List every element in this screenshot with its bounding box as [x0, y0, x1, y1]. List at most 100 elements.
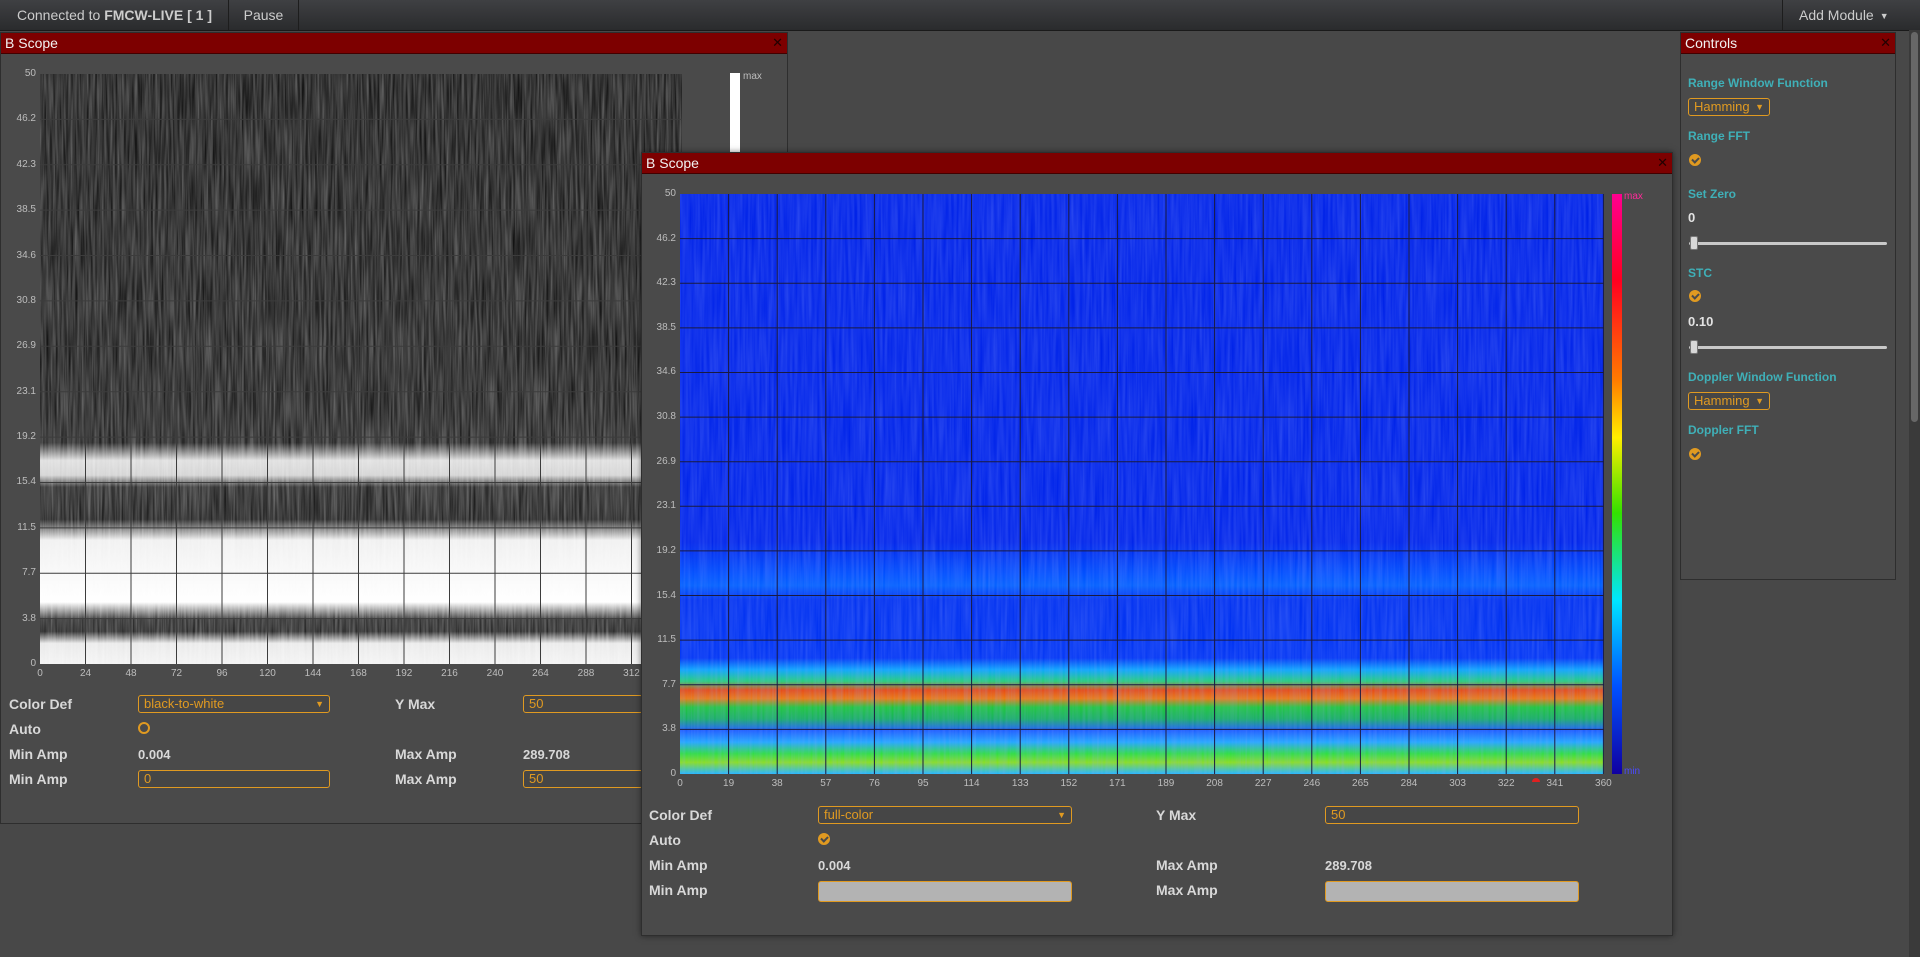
b-scope-1-colorbar-max: max — [743, 71, 762, 82]
min-amp-value: 0.004 — [138, 747, 171, 762]
y-tick-label: 50 — [24, 68, 36, 79]
y-tick-label: 46.2 — [16, 113, 36, 125]
max-amp-value: 289.708 — [523, 747, 570, 762]
max-amp-input[interactable] — [1325, 881, 1579, 902]
pause-button[interactable]: Pause — [229, 0, 298, 30]
x-tick-label: 38 — [771, 778, 783, 789]
connection-prefix: Connected to — [17, 7, 101, 23]
controls-title: Controls — [1685, 35, 1738, 51]
x-tick-label: 76 — [868, 778, 880, 789]
x-tick-label: 168 — [350, 668, 367, 679]
doppler-window-select[interactable]: Hamming ▼ — [1688, 392, 1770, 410]
color-def-value: black-to-white — [144, 696, 225, 711]
scrollbar-thumb[interactable] — [1911, 32, 1918, 422]
controls-titlebar[interactable]: Controls ✕ — [1681, 33, 1895, 54]
set-zero-value: 0 — [1688, 210, 1696, 225]
min-amp-input-label: Min Amp — [9, 771, 68, 787]
close-icon[interactable]: ✕ — [772, 33, 783, 53]
range-window-select[interactable]: Hamming ▼ — [1688, 98, 1770, 116]
close-icon[interactable]: ✕ — [1880, 33, 1891, 53]
y-tick-label: 42.3 — [656, 277, 676, 289]
x-tick-label: 341 — [1546, 778, 1564, 789]
set-zero-label: Set Zero — [1688, 187, 1737, 201]
min-amp-label: Min Amp — [649, 857, 708, 873]
b-scope-2-colorbar-min: min — [1624, 766, 1641, 777]
b-scope-2-colorbar — [1612, 194, 1622, 774]
doppler-window-value: Hamming — [1694, 393, 1750, 408]
caret-down-icon: ▼ — [1879, 11, 1889, 21]
max-amp-input[interactable]: 50 — [523, 770, 643, 788]
y-tick-label: 15.4 — [16, 476, 36, 488]
auto-label: Auto — [9, 721, 41, 737]
x-tick-label: 192 — [395, 668, 413, 679]
b-scope-2-image — [680, 194, 1604, 774]
color-def-label: Color Def — [9, 696, 72, 712]
x-tick-label: 264 — [532, 668, 549, 679]
y-tick-label: 26.9 — [16, 340, 36, 352]
x-tick-label: 120 — [259, 668, 276, 679]
y-tick-label: 7.7 — [662, 678, 676, 690]
x-tick-label: 48 — [125, 668, 137, 679]
color-def-select[interactable]: full-color ▼ — [818, 806, 1072, 824]
stc-slider[interactable] — [1689, 346, 1887, 349]
range-fft-label: Range FFT — [1688, 129, 1750, 143]
connection-status: Connected to FMCW-LIVE [ 1 ] — [0, 0, 228, 30]
x-tick-label: 288 — [577, 668, 595, 679]
auto-label: Auto — [649, 832, 681, 848]
y-max-input[interactable]: 50 — [523, 695, 643, 713]
chevron-down-icon: ▼ — [1755, 102, 1764, 112]
doppler-fft-label: Doppler FFT — [1688, 423, 1759, 437]
close-icon[interactable]: ✕ — [1657, 153, 1668, 173]
x-tick-label: 19 — [723, 778, 735, 789]
y-tick-label: 26.9 — [656, 455, 676, 467]
b-scope-2-noise — [680, 194, 1604, 774]
y-max-input[interactable]: 50 — [1325, 806, 1579, 824]
min-amp-input-label: Min Amp — [649, 882, 708, 898]
x-tick-label: 189 — [1157, 778, 1175, 789]
connection-name: FMCW-LIVE [ 1 ] — [104, 7, 213, 23]
stc-slider-handle[interactable] — [1690, 340, 1698, 354]
b-scope-2-colorbar-max: max — [1624, 191, 1643, 202]
x-tick-label: 96 — [216, 668, 228, 679]
stc-label: STC — [1688, 266, 1712, 280]
max-amp-value: 289.708 — [1325, 858, 1372, 873]
y-tick-label: 38.5 — [656, 321, 676, 333]
y-max-label: Y Max — [395, 696, 436, 712]
y-tick-label: 7.7 — [22, 567, 36, 579]
y-tick-label: 30.8 — [656, 411, 676, 423]
colorbar-gradient — [1612, 194, 1622, 774]
color-def-select[interactable]: black-to-white ▼ — [138, 695, 330, 713]
x-tick-label: 57 — [820, 778, 832, 789]
y-tick-label: 34.6 — [656, 366, 676, 378]
x-tick-label: 284 — [1400, 778, 1418, 789]
y-tick-label: 15.4 — [656, 589, 676, 601]
stc-checkbox[interactable] — [1689, 290, 1701, 302]
min-amp-value: 0.004 — [818, 858, 851, 873]
x-tick-label: 144 — [304, 668, 322, 679]
color-def-label: Color Def — [649, 807, 712, 823]
y-tick-label: 30.8 — [16, 294, 36, 306]
x-tick-label: 360 — [1595, 778, 1612, 789]
auto-checkbox[interactable] — [138, 722, 150, 734]
min-amp-input[interactable] — [818, 881, 1072, 902]
x-tick-label: 265 — [1352, 778, 1369, 789]
x-tick-label: 95 — [917, 778, 929, 789]
b-scope-2-titlebar[interactable]: B Scope ✕ — [642, 153, 1672, 174]
doppler-fft-checkbox[interactable] — [1689, 448, 1701, 460]
b-scope-1-image — [40, 74, 682, 664]
x-tick-label: 0 — [37, 668, 43, 679]
add-module-button[interactable]: Add Module ▼ — [1783, 0, 1909, 30]
x-tick-label: 208 — [1206, 778, 1223, 789]
auto-checkbox[interactable] — [818, 833, 830, 845]
range-fft-checkbox[interactable] — [1689, 154, 1701, 166]
set-zero-slider-handle[interactable] — [1690, 236, 1698, 250]
x-tick-label: 24 — [79, 668, 92, 679]
stc-value: 0.10 — [1688, 314, 1714, 329]
page-scrollbar[interactable] — [1909, 30, 1920, 957]
y-tick-label: 38.5 — [16, 204, 36, 216]
b-scope-1-titlebar[interactable]: B Scope ✕ — [1, 33, 787, 54]
min-amp-input[interactable]: 0 — [138, 770, 330, 788]
y-tick-label: 3.8 — [662, 723, 676, 735]
set-zero-slider[interactable] — [1689, 242, 1887, 245]
y-tick-label: 19.2 — [16, 431, 36, 443]
